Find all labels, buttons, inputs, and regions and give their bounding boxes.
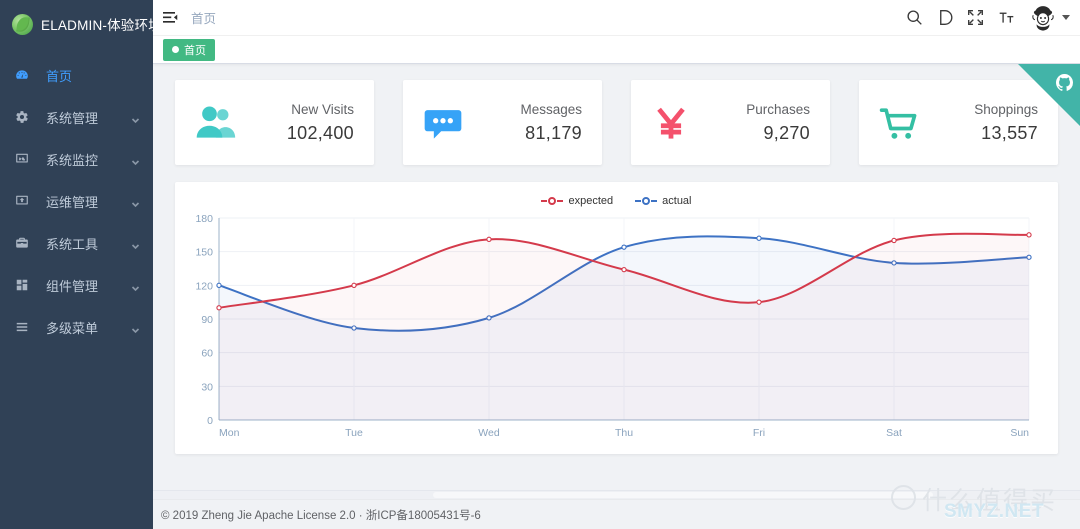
stat-card-purchases[interactable]: Purchases 9,270 [631, 80, 830, 165]
sidebar-item-label: 首页 [46, 68, 73, 84]
sidebar-item-label: 系统管理 [46, 110, 99, 126]
stat-card-messages[interactable]: Messages 81,179 [403, 80, 602, 165]
stat-card-shoppings[interactable]: Shoppings 13,557 [859, 80, 1058, 165]
stat-card-title: Shoppings [974, 101, 1038, 117]
sidebar: ELADMIN-体验环境 首页 系统管理 系统监控 运维管理 系统工具 组件管理… [0, 0, 153, 529]
main-container: 首页 首页 New Visits 102,400 Messages 81,179… [153, 0, 1080, 529]
navbar: 首页 [153, 0, 1080, 36]
legend-label: expected [568, 195, 614, 207]
svg-text:Tue: Tue [345, 427, 363, 439]
brand[interactable]: ELADMIN-体验环境 [0, 6, 153, 42]
stat-card-text: Messages 81,179 [520, 102, 582, 144]
svg-text:Fri: Fri [753, 427, 765, 439]
chart-svg: 0 30 60 90 120 150 180 Mon Tue Wed Thu Fri Sat Sun [195, 213, 1032, 439]
svg-text:Wed: Wed [478, 427, 500, 439]
tag-dot-icon [172, 46, 179, 53]
font-size-icon[interactable] [998, 9, 1015, 26]
stat-card-text: Shoppings 13,557 [974, 102, 1038, 144]
stat-card-value: 102,400 [286, 122, 354, 143]
stat-card-value: 9,270 [763, 122, 810, 143]
sidebar-menu: 首页 系统管理 系统监控 运维管理 系统工具 组件管理 多级菜单 [0, 54, 153, 348]
stat-cards: New Visits 102,400 Messages 81,179 Purch… [175, 80, 1058, 165]
legend-item-expected[interactable]: expected [541, 195, 613, 207]
money-icon [647, 99, 695, 147]
svg-text:150: 150 [195, 247, 213, 259]
stat-card-title: Purchases [746, 101, 810, 117]
brand-title: ELADMIN-体验环境 [41, 18, 153, 33]
svg-text:90: 90 [201, 314, 213, 326]
sidebar-item-system-monitor[interactable]: 系统监控 [0, 138, 153, 180]
legend-marker-expected [541, 196, 564, 206]
monitor-icon [13, 150, 31, 168]
stat-card-value: 13,557 [981, 122, 1038, 143]
svg-text:30: 30 [201, 381, 213, 393]
svg-text:180: 180 [195, 213, 213, 225]
hamburger-icon[interactable] [153, 11, 187, 25]
stat-card-text: New Visits 102,400 [287, 102, 354, 144]
chevron-down-icon [131, 239, 140, 249]
sidebar-item-label: 组件管理 [46, 278, 99, 294]
chart-panel: expected actual 0 30 60 90 120 150 180 Mon Tue We… [175, 182, 1058, 454]
breadcrumb: 首页 [191, 12, 217, 26]
footer: © 2019 Zheng Jie Apache License 2.0 · 浙I… [153, 499, 1080, 529]
dashboard-icon [13, 66, 31, 84]
sidebar-item-system-management[interactable]: 系统管理 [0, 96, 153, 138]
documentation-icon[interactable] [937, 9, 953, 26]
svg-text:Sun: Sun [1010, 427, 1029, 439]
leaf-logo-icon [12, 13, 33, 35]
stat-card-text: Purchases 9,270 [746, 102, 810, 144]
tag-home[interactable]: 首页 [163, 38, 215, 61]
scrollbar-thumb[interactable] [433, 492, 933, 498]
sidebar-item-label: 系统监控 [46, 152, 99, 168]
svg-text:60: 60 [201, 348, 213, 360]
stat-card-title: Messages [520, 101, 582, 117]
line-chart[interactable]: 0 30 60 90 120 150 180 Mon Tue Wed Thu Fri Sat Sun [187, 210, 1046, 446]
menu-list-icon [13, 318, 31, 336]
search-icon[interactable] [906, 9, 923, 26]
sidebar-item-home[interactable]: 首页 [0, 54, 153, 96]
sidebar-item-components[interactable]: 组件管理 [0, 264, 153, 306]
avatar[interactable] [1029, 3, 1070, 32]
sidebar-item-label: 运维管理 [46, 194, 99, 210]
components-icon [13, 276, 31, 294]
chart-legend: expected actual [187, 192, 1046, 210]
svg-text:Mon: Mon [219, 427, 240, 439]
legend-label: actual [662, 195, 692, 207]
sidebar-item-label: 多级菜单 [46, 320, 99, 336]
tag-label: 首页 [184, 44, 206, 57]
shopping-icon [875, 99, 923, 147]
sidebar-item-multi-level-menu[interactable]: 多级菜单 [0, 306, 153, 348]
sidebar-item-system-tools[interactable]: 系统工具 [0, 222, 153, 264]
chevron-down-icon [131, 155, 140, 165]
toolbox-icon [13, 234, 31, 252]
footer-text: © 2019 Zheng Jie Apache License 2.0 · 浙I… [161, 509, 481, 522]
deploy-icon [13, 192, 31, 210]
legend-item-actual[interactable]: actual [635, 195, 692, 207]
svg-text:Thu: Thu [615, 427, 633, 439]
chevron-down-icon [131, 323, 140, 333]
chevron-down-icon [131, 113, 140, 123]
content-area: New Visits 102,400 Messages 81,179 Purch… [153, 64, 1080, 499]
chevron-down-icon [131, 197, 140, 207]
stat-card-new-visits[interactable]: New Visits 102,400 [175, 80, 374, 165]
app-root: ELADMIN-体验环境 首页 系统管理 系统监控 运维管理 系统工具 组件管理… [0, 0, 1080, 529]
sidebar-item-ops-management[interactable]: 运维管理 [0, 180, 153, 222]
chevron-down-icon [131, 281, 140, 291]
stat-card-title: New Visits [291, 101, 354, 117]
horizontal-scrollbar[interactable] [153, 490, 1080, 499]
message-icon [419, 99, 467, 147]
svg-text:Sat: Sat [886, 427, 902, 439]
stat-card-value: 81,179 [525, 122, 582, 143]
tags-view: 首页 [153, 36, 1080, 64]
user-avatar [1029, 3, 1057, 32]
people-icon [191, 99, 239, 147]
legend-marker-actual [635, 196, 658, 206]
fullscreen-icon[interactable] [967, 9, 984, 26]
sidebar-item-label: 系统工具 [46, 236, 99, 252]
svg-text:120: 120 [195, 280, 213, 292]
svg-text:0: 0 [207, 415, 213, 427]
gear-icon [13, 108, 31, 126]
navbar-actions [906, 3, 1080, 32]
chevron-down-icon [1062, 15, 1070, 20]
